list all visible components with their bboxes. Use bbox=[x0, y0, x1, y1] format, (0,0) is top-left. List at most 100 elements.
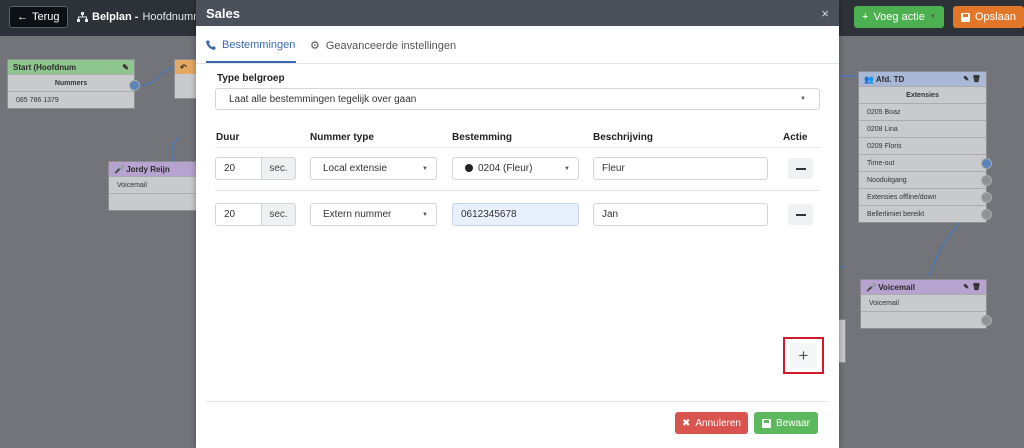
duration-group: 20 sec. bbox=[215, 203, 296, 226]
save-flow-label: Opslaan bbox=[975, 11, 1016, 23]
duration-group: 20 sec. bbox=[215, 157, 296, 180]
node-port[interactable] bbox=[129, 80, 140, 91]
node-port[interactable] bbox=[981, 175, 992, 186]
divider bbox=[215, 190, 820, 191]
chevron-down-icon: ▼ bbox=[929, 14, 936, 20]
col-bestemming: Bestemming bbox=[452, 132, 513, 143]
afd-td-node[interactable]: 👥 Afd. TD ✎ 🗑 Extensies 0205 Boaz 0208 Li… bbox=[858, 71, 992, 223]
partial-node[interactable]: ↶ bbox=[174, 59, 198, 99]
chevron-down-icon: ▼ bbox=[800, 96, 806, 102]
chevron-down-icon: ▼ bbox=[564, 165, 570, 172]
add-action-label: Voeg actie bbox=[873, 11, 925, 23]
modal-tabs: Bestemmingen ⚙ Geavanceerde instellingen bbox=[196, 26, 839, 64]
start-node-title: Start (Hoofdnum bbox=[13, 62, 77, 72]
jordy-node-title: 🎤 Jordy Reijn bbox=[114, 164, 170, 174]
jordy-node[interactable]: 🎤 Jordy Reijn Voicemail bbox=[108, 161, 198, 211]
trash-icon[interactable]: 🗑 bbox=[972, 75, 981, 83]
col-duur: Duur bbox=[216, 132, 240, 143]
breadcrumb-title: Belplan - bbox=[92, 11, 139, 23]
type-belgroep-value: Laat alle bestemmingen tegelijk over gaa… bbox=[229, 93, 417, 105]
save-button[interactable]: Bewaar bbox=[754, 412, 818, 434]
phone-icon bbox=[206, 40, 216, 50]
beschrijving-input[interactable]: Fleur bbox=[593, 157, 768, 180]
tab-geavanceerde-instellingen[interactable]: ⚙ Geavanceerde instellingen bbox=[310, 39, 457, 53]
breadcrumb: Belplan - Hoofdnumme bbox=[77, 11, 209, 23]
active-tab-indicator bbox=[206, 61, 296, 63]
tab-geavanceerde-label: Geavanceerde instellingen bbox=[325, 39, 457, 52]
status-dot-icon bbox=[465, 164, 473, 173]
edit-icon[interactable]: ✎ bbox=[122, 63, 129, 72]
col-nummer-type: Nummer type bbox=[310, 132, 374, 143]
start-node[interactable]: Start (Hoofdnum ✎ Nummers 085 786 1379 bbox=[7, 59, 140, 109]
jordy-node-row: Voicemail bbox=[109, 176, 197, 193]
divider bbox=[215, 147, 820, 148]
node-port[interactable] bbox=[981, 158, 992, 169]
cancel-label: Annuleren bbox=[695, 417, 741, 429]
save-label: Bewaar bbox=[776, 417, 810, 429]
col-actie: Actie bbox=[783, 132, 808, 143]
voicemail-node-title: 🎤 Voicemail bbox=[866, 282, 915, 292]
gear-icon: ⚙ bbox=[310, 40, 320, 52]
back-button[interactable]: ← Terug bbox=[9, 6, 68, 28]
remove-row-button[interactable] bbox=[788, 204, 813, 225]
modal-header: Sales × bbox=[196, 0, 839, 26]
close-icon: ✖ bbox=[682, 417, 691, 429]
nummer-type-value: Extern nummer bbox=[323, 209, 392, 220]
nummer-type-value: Local extensie bbox=[323, 163, 387, 174]
bestemming-value: 0204 (Fleur) bbox=[478, 163, 533, 174]
save-icon bbox=[762, 418, 771, 428]
sitemap-icon bbox=[77, 12, 88, 22]
arrow-left-icon: ← bbox=[17, 11, 28, 23]
duration-unit: sec. bbox=[262, 203, 296, 226]
bestemming-select[interactable]: 0204 (Fleur) ▼ bbox=[452, 157, 579, 180]
edit-icon[interactable]: ✎ bbox=[963, 75, 969, 83]
bestemming-input[interactable]: 0612345678 bbox=[452, 203, 579, 226]
col-beschrijving: Beschrijving bbox=[593, 132, 654, 143]
afd-td-row: Bellerlimiet bereikt bbox=[867, 210, 925, 218]
share-icon: ↶ bbox=[180, 62, 187, 72]
node-port[interactable] bbox=[981, 192, 992, 203]
nummer-type-select[interactable]: Local extensie ▼ bbox=[310, 157, 437, 180]
add-row-button[interactable]: + bbox=[790, 343, 817, 368]
tab-bestemmingen[interactable]: Bestemmingen bbox=[206, 39, 295, 51]
start-node-number: 085 786 1379 bbox=[16, 96, 59, 104]
node-port[interactable] bbox=[981, 315, 992, 326]
edit-icon[interactable]: ✎ bbox=[963, 283, 969, 291]
close-icon[interactable]: × bbox=[821, 6, 829, 21]
tab-bestemmingen-label: Bestemmingen bbox=[222, 39, 296, 51]
start-node-header: Nummers bbox=[8, 74, 134, 91]
afd-td-header: Extensies bbox=[859, 86, 986, 103]
afd-td-row: 0205 Boaz bbox=[859, 103, 986, 120]
sales-modal: Sales × Bestemmingen ⚙ Geavanceerde inst… bbox=[196, 0, 839, 448]
duration-unit: sec. bbox=[262, 157, 296, 180]
add-action-button[interactable]: + Voeg actie ▼ bbox=[854, 6, 944, 28]
plus-icon: + bbox=[862, 11, 869, 23]
duration-input[interactable]: 20 bbox=[215, 157, 262, 180]
voicemail-node[interactable]: 🎤 Voicemail ✎ 🗑 Voicemail bbox=[860, 279, 992, 329]
minus-icon bbox=[795, 167, 806, 170]
cancel-button[interactable]: ✖ Annuleren bbox=[675, 412, 748, 434]
type-belgroep-select[interactable]: Laat alle bestemmingen tegelijk over gaa… bbox=[215, 88, 820, 110]
type-belgroep-label: Type belgroep bbox=[217, 73, 285, 84]
modal-title: Sales bbox=[206, 5, 240, 21]
save-icon bbox=[961, 12, 970, 22]
trash-icon[interactable]: 🗑 bbox=[972, 283, 981, 291]
divider bbox=[206, 401, 829, 402]
beschrijving-input[interactable]: Jan bbox=[593, 203, 768, 226]
afd-td-row: 0209 Floris bbox=[859, 137, 986, 154]
afd-td-row: Nooduitgang bbox=[867, 176, 907, 184]
minus-icon bbox=[795, 213, 806, 216]
afd-td-row: Extensies offline/down bbox=[867, 193, 937, 201]
afd-td-row: 0208 Lina bbox=[859, 120, 986, 137]
back-button-label: Terug bbox=[32, 11, 60, 23]
chevron-down-icon: ▼ bbox=[422, 211, 428, 218]
nummer-type-select[interactable]: Extern nummer ▼ bbox=[310, 203, 437, 226]
partial-node bbox=[838, 319, 846, 363]
duration-input[interactable]: 20 bbox=[215, 203, 262, 226]
node-port[interactable] bbox=[981, 209, 992, 220]
afd-td-row: Time-out bbox=[867, 159, 895, 167]
voicemail-node-row: Voicemail bbox=[861, 294, 986, 311]
remove-row-button[interactable] bbox=[788, 158, 813, 179]
chevron-down-icon: ▼ bbox=[422, 165, 428, 172]
save-flow-button[interactable]: Opslaan bbox=[953, 6, 1024, 28]
